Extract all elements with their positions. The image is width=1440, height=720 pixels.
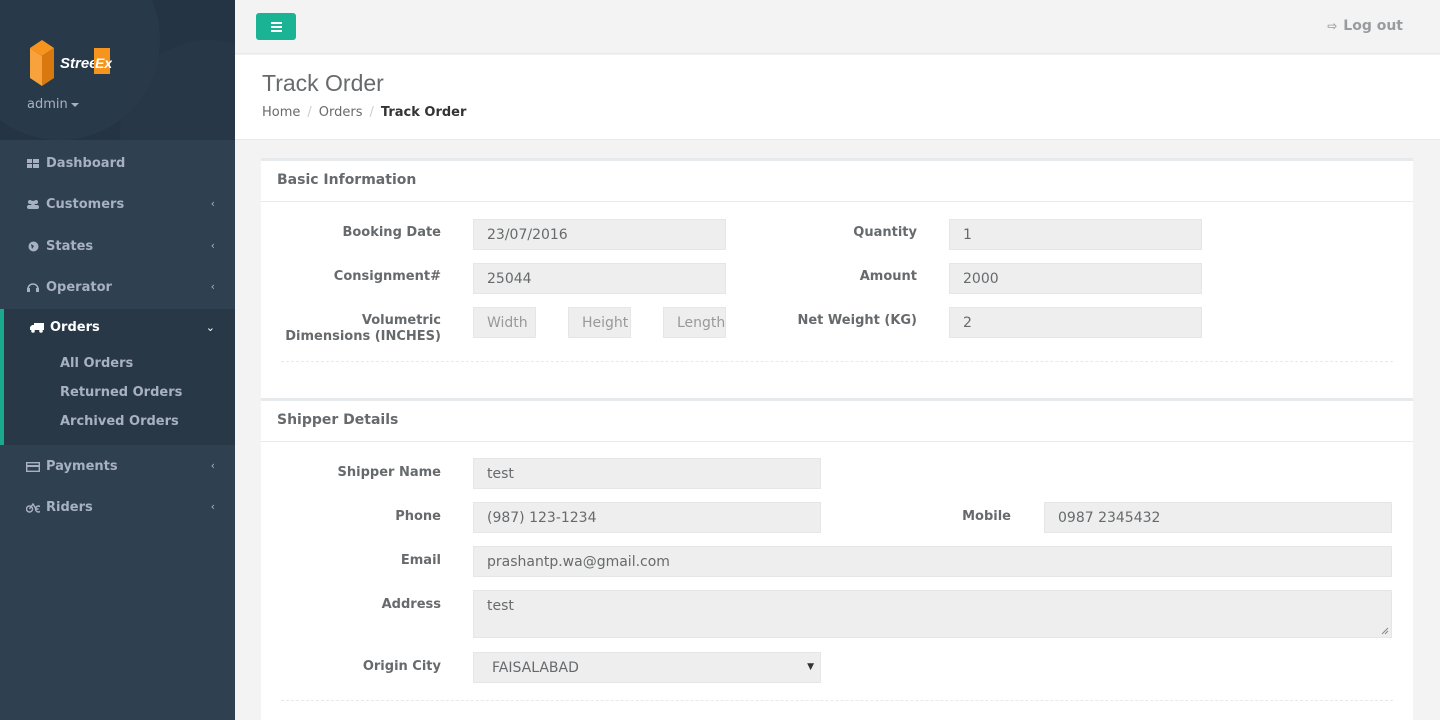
bicycle-icon (26, 501, 40, 515)
breadcrumb-home[interactable]: Home (262, 105, 300, 120)
booking-date-label: Booking Date (342, 225, 441, 240)
sidebar-item-orders[interactable]: Orders (30, 320, 100, 335)
divider (281, 700, 1393, 701)
basic-information-panel: Basic Information Booking Date 23/07/201… (261, 158, 1413, 398)
hamburger-icon (270, 21, 282, 24)
breadcrumb-current: Track Order (380, 105, 467, 120)
chevron-left-icon: ‹ (210, 459, 215, 472)
sidebar-item-payments[interactable]: Payments ‹ (0, 446, 235, 487)
address-textarea[interactable]: test (473, 590, 1392, 638)
sidebar-subitem-all-orders[interactable]: All Orders (60, 356, 133, 371)
chevron-left-icon: ‹ (210, 239, 215, 252)
width-input[interactable]: Width (473, 307, 536, 338)
origin-city-label: Origin City (362, 659, 441, 674)
volumetric-label: Volumetric Dimensions (INCHES) (285, 313, 441, 344)
sign-out-icon: ⇨ (1327, 19, 1338, 33)
shipper-details-panel: Shipper Details Shipper Name test Phone … (261, 398, 1413, 720)
sidebar-section-orders: Orders ⌄ All Orders Returned Orders Arch… (0, 309, 235, 445)
headset-icon (26, 281, 40, 295)
sidebar: Street Ex admin Dashboard Customers ‹ St… (0, 0, 235, 720)
net-weight-field[interactable]: 2 (949, 307, 1202, 338)
page-heading: Track Order Home / Orders / Track Order (235, 55, 1440, 140)
street-ex-logo[interactable]: Street Ex (28, 36, 112, 88)
amount-label: Amount (859, 269, 917, 284)
shipper-name-field[interactable]: test (473, 458, 821, 489)
globe-icon (26, 240, 40, 254)
email-label: Email (400, 553, 441, 568)
user-menu[interactable]: admin (27, 97, 79, 112)
consignment-label: Consignment# (333, 269, 441, 284)
quantity-label: Quantity (853, 225, 917, 240)
sidebar-item-dashboard[interactable]: Dashboard (0, 143, 235, 184)
height-input[interactable]: Height (568, 307, 631, 338)
panel-title: Shipper Details (261, 401, 1413, 442)
logout-link[interactable]: ⇨ Log out (1327, 18, 1403, 34)
menu-toggle-button[interactable] (256, 13, 296, 40)
mobile-label: Mobile (962, 509, 1011, 524)
panel-title: Basic Information (261, 161, 1413, 202)
breadcrumb-orders[interactable]: Orders (319, 105, 363, 120)
consignment-field[interactable]: 25044 (473, 263, 726, 294)
net-weight-label: Net Weight (KG) (797, 313, 917, 328)
chevron-left-icon: ‹ (210, 280, 215, 293)
chevron-left-icon: ‹ (210, 197, 215, 210)
sidebar-item-states[interactable]: States ‹ (0, 226, 235, 267)
email-field[interactable]: prashantp.wa@gmail.com (473, 546, 1392, 577)
page-title: Track Order (262, 70, 384, 96)
chevron-left-icon: ‹ (210, 500, 215, 513)
shipper-name-label: Shipper Name (337, 465, 441, 480)
divider (281, 361, 1393, 362)
top-navbar: ⇨ Log out (235, 0, 1440, 54)
grid-icon (26, 157, 40, 171)
sidebar-item-customers[interactable]: Customers ‹ (0, 184, 235, 225)
amount-field[interactable]: 2000 (949, 263, 1202, 294)
sidebar-subitem-returned-orders[interactable]: Returned Orders (60, 385, 182, 400)
booking-date-field[interactable]: 23/07/2016 (473, 219, 726, 250)
sidebar-item-operator[interactable]: Operator ‹ (0, 267, 235, 308)
sidebar-subitem-archived-orders[interactable]: Archived Orders (60, 414, 179, 429)
users-icon (26, 198, 40, 212)
length-input[interactable]: Length (663, 307, 726, 338)
chevron-down-icon: ⌄ (205, 321, 215, 334)
credit-card-icon (26, 460, 40, 474)
profile-header: Street Ex admin (0, 0, 235, 140)
dropdown-arrow-icon: ▼ (807, 662, 814, 672)
phone-label: Phone (395, 509, 441, 524)
truck-icon (30, 321, 44, 335)
resize-handle-icon[interactable] (1381, 627, 1389, 635)
address-label: Address (381, 597, 441, 612)
breadcrumb: Home / Orders / Track Order (262, 105, 467, 120)
quantity-field[interactable]: 1 (949, 219, 1202, 250)
phone-field[interactable]: (987) 123-1234 (473, 502, 821, 533)
mobile-field[interactable]: 0987 2345432 (1044, 502, 1392, 533)
caret-down-icon (70, 102, 79, 107)
svg-text:Ex: Ex (95, 55, 112, 71)
origin-city-select[interactable]: FAISALABAD ▼ (473, 652, 821, 683)
sidebar-item-riders[interactable]: Riders ‹ (0, 487, 235, 528)
